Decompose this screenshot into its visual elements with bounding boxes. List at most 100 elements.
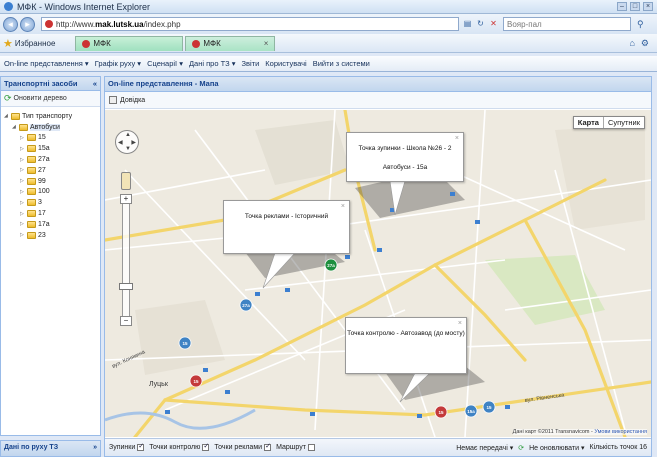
update-ok-icon: ⟳ bbox=[518, 444, 525, 452]
ad-points-checkbox[interactable] bbox=[264, 442, 272, 451]
menu-online[interactable]: On-line представлення ▾ bbox=[4, 59, 89, 68]
transfer-dropdown[interactable]: Немає передачі ▾ bbox=[456, 444, 513, 452]
refresh-icon[interactable]: ↻ bbox=[475, 19, 486, 30]
forward-button[interactable]: ▸ bbox=[20, 16, 35, 32]
expand-arrow-icon[interactable]: ▷ bbox=[20, 200, 27, 206]
route-label: Маршрут bbox=[276, 444, 306, 451]
pegman-icon[interactable] bbox=[121, 172, 131, 190]
tree-node-route[interactable]: ▷ 23 bbox=[4, 230, 100, 241]
expand-arrow-icon[interactable]: ▷ bbox=[20, 167, 27, 173]
map-type-map-button[interactable]: Карта bbox=[574, 117, 604, 128]
search-input[interactable]: Вояр-пал bbox=[503, 17, 631, 31]
route-checkbox[interactable] bbox=[307, 444, 315, 451]
menu-users[interactable]: Користувачі bbox=[265, 59, 306, 68]
tree-node-route[interactable]: ▷ 15 bbox=[4, 133, 100, 144]
map-type-satellite-button[interactable]: Супутник bbox=[604, 117, 644, 128]
menu-scenarios[interactable]: Сценарії ▾ bbox=[147, 59, 183, 68]
tree-node-route[interactable]: ▷ 17а bbox=[4, 219, 100, 230]
folder-icon bbox=[27, 231, 36, 239]
map-canvas[interactable]: вул. Конякина вул. Рівненська Луцьк 27а … bbox=[105, 110, 651, 437]
expand-arrow-icon[interactable]: ▷ bbox=[20, 211, 27, 217]
tree-node-route[interactable]: ▷ 3 bbox=[4, 197, 100, 208]
tree-node-route[interactable]: ▷ 100 bbox=[4, 187, 100, 198]
terms-link[interactable]: Умови використання bbox=[594, 429, 647, 435]
maximize-button[interactable]: □ bbox=[630, 2, 640, 11]
home-icon[interactable]: ⌂ bbox=[629, 38, 634, 49]
map-panel-title: On-line представлення - Мапа bbox=[108, 79, 219, 88]
help-button[interactable]: Довідка bbox=[105, 92, 651, 109]
folder-icon bbox=[27, 134, 36, 142]
zoom-in-button[interactable]: + bbox=[120, 194, 132, 204]
control-points-label: Точки контролю bbox=[149, 444, 201, 451]
svg-text:27а: 27а bbox=[327, 263, 335, 268]
menu-reports[interactable]: Звіти bbox=[241, 59, 259, 68]
vehicle-marker[interactable]: 15 bbox=[178, 336, 192, 350]
tree-node-route[interactable]: ▷ 99 bbox=[4, 176, 100, 187]
svg-text:27а: 27а bbox=[242, 303, 250, 308]
expand-arrow-icon[interactable]: ▷ bbox=[20, 135, 27, 141]
stops-checkbox[interactable] bbox=[137, 442, 145, 451]
search-icon[interactable]: ⚲ bbox=[637, 19, 644, 30]
vehicle-tree: ◢ Тип транспорту ◢ Автобуси ▷ 15 ▷ 15а ▷ 27… bbox=[1, 107, 100, 241]
expand-arrow-icon[interactable]: ◢ bbox=[12, 124, 19, 130]
tree-node-root[interactable]: ◢ Тип транспорту bbox=[4, 111, 100, 122]
vehicle-marker[interactable]: 27а bbox=[324, 258, 338, 272]
tree-node-buses[interactable]: ◢ Автобуси bbox=[4, 122, 100, 133]
refresh-tree-button[interactable]: ⟳ Оновити дерево bbox=[1, 91, 100, 107]
menu-vehicle-data[interactable]: Дані про ТЗ ▾ bbox=[189, 59, 236, 68]
help-icon bbox=[109, 96, 117, 104]
back-button[interactable]: ◂ bbox=[3, 16, 18, 32]
movement-data-panel-header[interactable]: Дані по руху ТЗ » bbox=[0, 440, 101, 457]
expand-arrow-icon[interactable]: ▷ bbox=[20, 232, 27, 238]
tree-node-route[interactable]: ▷ 27а bbox=[4, 154, 100, 165]
menu-logout[interactable]: Вийти з системи bbox=[313, 59, 370, 68]
tree-node-route[interactable]: ▷ 27 bbox=[4, 165, 100, 176]
favorites-label[interactable]: Избранное bbox=[15, 39, 56, 48]
zoom-out-button[interactable]: − bbox=[120, 316, 132, 326]
tab-mfk-1[interactable]: МФК bbox=[75, 35, 184, 51]
zoom-slider[interactable] bbox=[122, 198, 130, 320]
minimize-button[interactable]: – bbox=[617, 2, 627, 11]
favorites-star-icon[interactable]: ★ bbox=[3, 37, 13, 50]
expand-arrow-icon[interactable]: ◢ bbox=[4, 113, 11, 119]
expand-arrow-icon[interactable]: ▷ bbox=[20, 178, 27, 184]
close-icon[interactable]: × bbox=[455, 135, 459, 142]
close-icon[interactable]: × bbox=[341, 203, 345, 210]
ie-icon bbox=[4, 2, 13, 11]
expand-arrow-icon[interactable]: ▷ bbox=[20, 189, 27, 195]
pan-left-icon[interactable]: ◀ bbox=[118, 139, 123, 146]
pan-up-icon[interactable]: ▲ bbox=[125, 132, 131, 138]
folder-icon bbox=[27, 166, 36, 174]
vehicle-marker[interactable]: 15 bbox=[189, 374, 203, 388]
expand-arrow-icon[interactable]: ▷ bbox=[20, 221, 27, 227]
pan-right-icon[interactable]: ▶ bbox=[131, 139, 136, 146]
ad-points-label: Точки реклами bbox=[214, 444, 263, 451]
vehicles-panel: Транспортні засоби « ⟳ Оновити дерево ◢ … bbox=[0, 76, 101, 436]
city-label: Луцьк bbox=[149, 381, 169, 388]
vehicle-marker[interactable]: 15 bbox=[482, 400, 496, 414]
compat-view-icon[interactable]: ▤ bbox=[462, 19, 473, 30]
url-input[interactable]: http://www.mak.lutsk.ua/index.php bbox=[41, 17, 459, 31]
menu-schedule[interactable]: Графік руху ▾ bbox=[95, 59, 141, 68]
folder-icon bbox=[27, 188, 36, 196]
update-dropdown[interactable]: Не оновлювати ▾ bbox=[529, 444, 584, 452]
vehicle-marker[interactable]: 27а bbox=[239, 298, 253, 312]
tree-node-route[interactable]: ▷ 17 bbox=[4, 208, 100, 219]
expand-arrow-icon[interactable]: ▷ bbox=[20, 146, 27, 152]
vehicle-marker[interactable]: 15а bbox=[464, 404, 478, 418]
expand-icon[interactable]: » bbox=[93, 444, 97, 451]
tab-close-icon[interactable]: × bbox=[264, 39, 269, 48]
control-points-checkbox[interactable] bbox=[202, 442, 210, 451]
close-window-button[interactable]: × bbox=[643, 2, 653, 11]
tree-node-route[interactable]: ▷ 15а bbox=[4, 143, 100, 154]
tools-icon[interactable]: ⚙ bbox=[641, 38, 649, 49]
zoom-thumb[interactable] bbox=[119, 283, 133, 290]
tab-mfk-2[interactable]: МФК × bbox=[185, 35, 276, 51]
collapse-icon[interactable]: « bbox=[93, 79, 97, 88]
expand-arrow-icon[interactable]: ▷ bbox=[20, 157, 27, 163]
vehicle-marker[interactable]: 15 bbox=[434, 405, 448, 419]
pan-down-icon[interactable]: ▼ bbox=[125, 146, 131, 152]
close-icon[interactable]: × bbox=[458, 320, 462, 327]
pan-control[interactable]: ▲ ▼ ◀ ▶ bbox=[115, 130, 139, 154]
stop-icon[interactable]: ✕ bbox=[488, 19, 499, 30]
